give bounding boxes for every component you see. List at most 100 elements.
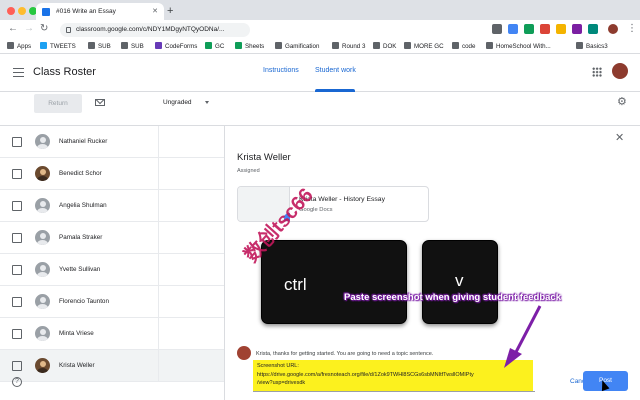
email-icon[interactable] bbox=[95, 99, 105, 106]
student-row[interactable]: Nathaniel Rucker bbox=[0, 126, 224, 158]
bookmark-item[interactable]: Gamification bbox=[275, 39, 319, 53]
extension-icon[interactable] bbox=[588, 24, 598, 34]
student-checkbox[interactable] bbox=[12, 137, 22, 147]
student-row-selected[interactable]: Krista Weller bbox=[0, 350, 224, 382]
page-title: Class Roster bbox=[33, 66, 96, 78]
bookmark-item[interactable]: CodeForms bbox=[155, 39, 197, 53]
google-apps-icon[interactable] bbox=[592, 67, 602, 77]
student-row[interactable]: Minta Vriese bbox=[0, 318, 224, 350]
student-checkbox[interactable] bbox=[12, 169, 22, 179]
minimize-window-button[interactable] bbox=[18, 7, 26, 15]
student-row[interactable]: Angelia Shulman bbox=[0, 190, 224, 222]
close-window-button[interactable] bbox=[7, 7, 15, 15]
bookmark-icon bbox=[275, 42, 282, 49]
student-row[interactable]: Yvette Sullivan bbox=[0, 254, 224, 286]
student-avatar bbox=[35, 262, 50, 277]
bookmark-item[interactable]: Basics3 bbox=[576, 39, 608, 53]
column-divider bbox=[158, 286, 159, 317]
bookmark-item[interactable]: DOK bbox=[373, 39, 396, 53]
app-header: Class Roster Instructions Student work bbox=[0, 54, 640, 92]
student-row[interactable]: Pamala Straker bbox=[0, 222, 224, 254]
browser-tab[interactable]: #016 Write an Essay ✕ bbox=[36, 3, 164, 20]
v-key-image: v bbox=[422, 240, 498, 324]
bookmark-item[interactable]: TWEETS bbox=[40, 39, 76, 53]
address-bar[interactable]: classroom.google.com/c/NDY1MDgyNTQyODNa/… bbox=[60, 23, 250, 37]
back-arrow-icon[interactable]: ← bbox=[8, 22, 18, 36]
student-checkbox[interactable] bbox=[12, 329, 22, 339]
student-name: Minta Vriese bbox=[59, 330, 94, 337]
bookmark-icon bbox=[576, 42, 583, 49]
tab-close-icon[interactable]: ✕ bbox=[152, 3, 158, 20]
commenter-avatar bbox=[237, 346, 251, 360]
grading-select[interactable]: Ungraded bbox=[163, 99, 209, 106]
bookmark-icon bbox=[332, 42, 339, 49]
bookmark-icon bbox=[121, 42, 128, 49]
student-avatar bbox=[35, 358, 50, 373]
extension-icon[interactable] bbox=[572, 24, 582, 34]
ctrl-key-image: ctrl bbox=[261, 240, 407, 324]
student-checkbox[interactable] bbox=[12, 201, 22, 211]
bookmark-item[interactable]: SUB bbox=[88, 39, 111, 53]
bookmark-item[interactable]: HomeSchool With... bbox=[486, 39, 551, 53]
browser-address-row: ← → ↻ classroom.google.com/c/NDY1MDgyNTQ… bbox=[0, 20, 640, 39]
bookmark-item[interactable]: SUB bbox=[121, 39, 144, 53]
bookmark-icon bbox=[205, 42, 212, 49]
column-divider bbox=[158, 350, 159, 381]
forward-arrow-icon[interactable]: → bbox=[24, 22, 34, 36]
reload-icon[interactable]: ↻ bbox=[40, 22, 48, 36]
bookmark-item[interactable]: Round 3 bbox=[332, 39, 365, 53]
new-tab-icon[interactable]: + bbox=[167, 4, 173, 18]
bookmark-icon bbox=[40, 42, 47, 49]
student-row[interactable]: Florencio Taunton bbox=[0, 286, 224, 318]
extension-icon[interactable] bbox=[492, 24, 502, 34]
tab-student-work[interactable]: Student work bbox=[315, 67, 356, 74]
extension-icon[interactable] bbox=[540, 24, 550, 34]
close-icon[interactable]: ✕ bbox=[615, 133, 624, 144]
browser-tab-title: #016 Write an Essay bbox=[56, 8, 116, 15]
student-row[interactable]: Benedict Schor bbox=[0, 158, 224, 190]
comment-input[interactable]: Screenshot URL: https://drive.google.com… bbox=[257, 362, 474, 388]
extension-icon[interactable] bbox=[508, 24, 518, 34]
student-checkbox[interactable] bbox=[12, 297, 22, 307]
student-checkbox[interactable] bbox=[12, 361, 22, 371]
extension-icon[interactable] bbox=[556, 24, 566, 34]
bookmark-item[interactable]: code bbox=[452, 39, 475, 53]
column-divider bbox=[158, 222, 159, 253]
bookmark-item[interactable]: Apps bbox=[7, 39, 31, 53]
screenshot-url-line-1: https://drive.google.com/a/fresnoteach.o… bbox=[257, 371, 474, 378]
bookmark-icon bbox=[373, 42, 380, 49]
address-url: classroom.google.com/c/NDY1MDgyNTQyODNa/… bbox=[76, 26, 225, 33]
chevron-down-icon bbox=[205, 101, 209, 104]
comment-input-underline bbox=[253, 391, 535, 392]
gear-icon[interactable]: ⚙ bbox=[617, 97, 627, 108]
student-checkbox[interactable] bbox=[12, 265, 22, 275]
student-avatar bbox=[35, 166, 50, 181]
profile-icon[interactable] bbox=[608, 24, 618, 34]
extension-icon[interactable] bbox=[524, 24, 534, 34]
tab-instructions[interactable]: Instructions bbox=[263, 67, 299, 74]
student-avatar bbox=[35, 198, 50, 213]
annotation-callout: Paste screenshot when giving student fee… bbox=[344, 292, 561, 303]
account-avatar[interactable] bbox=[612, 63, 628, 79]
return-button[interactable]: Return bbox=[34, 94, 82, 113]
bookmark-icon bbox=[486, 42, 493, 49]
bookmark-item[interactable]: GC bbox=[205, 39, 224, 53]
student-name: Nathaniel Rucker bbox=[59, 138, 108, 145]
student-avatar bbox=[35, 294, 50, 309]
apps-icon bbox=[7, 42, 14, 49]
student-avatar bbox=[35, 230, 50, 245]
bookmark-icon bbox=[452, 42, 459, 49]
student-checkbox[interactable] bbox=[12, 233, 22, 243]
more-menu-icon[interactable]: ⋮ bbox=[627, 22, 637, 36]
student-name: Benedict Schor bbox=[59, 170, 102, 177]
student-name: Florencio Taunton bbox=[59, 298, 109, 305]
column-divider bbox=[158, 126, 159, 157]
main-menu-icon[interactable] bbox=[13, 68, 24, 77]
bookmarks-bar: Apps TWEETS SUB SUB CodeForms GC Sheets … bbox=[0, 39, 640, 54]
screenshot-url-line-2: /view?usp=drivesdk bbox=[257, 380, 306, 386]
bookmark-item[interactable]: MORE GC bbox=[404, 39, 444, 53]
help-icon[interactable]: ? bbox=[12, 377, 22, 387]
v-key-label: v bbox=[455, 271, 464, 290]
column-divider bbox=[158, 190, 159, 221]
bookmark-item[interactable]: Sheets bbox=[235, 39, 264, 53]
